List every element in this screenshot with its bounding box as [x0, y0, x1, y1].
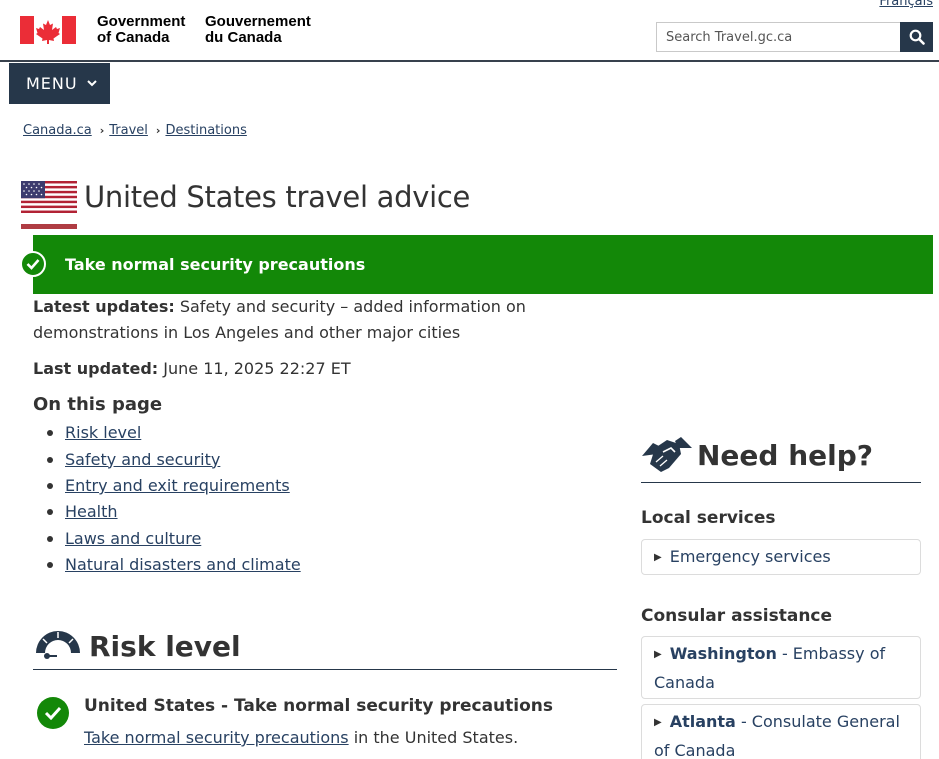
- list-item: Entry and exit requirements: [47, 473, 301, 499]
- chevron-right-icon: ›: [99, 124, 105, 137]
- alert-text: Take normal security precautions: [65, 255, 366, 274]
- menu-button[interactable]: MENU: [9, 63, 110, 104]
- canada-flag-icon[interactable]: [20, 16, 76, 44]
- risk-level-title: Risk level: [89, 630, 241, 663]
- breadcrumb-destinations[interactable]: Destinations: [165, 123, 246, 138]
- consular-assistance-heading: Consular assistance: [641, 606, 833, 626]
- emergency-services-label: Emergency services: [669, 547, 831, 566]
- last-updated: Last updated: June 11, 2025 22:27 ET: [33, 356, 623, 382]
- toc-link-health[interactable]: Health: [65, 499, 118, 525]
- page-title: United States travel advice: [84, 180, 471, 214]
- chevron-down-icon: [86, 77, 97, 90]
- latest-updates-label: Latest updates:: [33, 297, 175, 316]
- washington-office-toggle[interactable]: ▶ Washington - Embassy of Canada: [641, 636, 921, 699]
- risk-level-suffix: in the United States.: [348, 728, 519, 747]
- need-help-heading: Need help?: [641, 428, 921, 483]
- menu-label: MENU: [26, 74, 78, 93]
- list-item: Risk level: [47, 420, 301, 446]
- check-circle-icon: [20, 251, 46, 277]
- chevron-right-icon: ›: [155, 124, 161, 137]
- risk-level-description: Take normal security precautions in the …: [84, 728, 518, 747]
- atlanta-city: Atlanta: [669, 712, 736, 731]
- us-flag-icon: [21, 181, 77, 213]
- list-item: Safety and security: [47, 446, 301, 472]
- local-services-heading: Local services: [641, 508, 776, 528]
- toc-link-disasters[interactable]: Natural disasters and climate: [65, 552, 301, 578]
- handshake-icon: [642, 437, 692, 472]
- search-icon: [909, 29, 925, 45]
- risk-alert-banner: Take normal security precautions: [33, 235, 933, 294]
- triangle-right-icon: ▶: [654, 552, 662, 563]
- list-item: Laws and culture: [47, 526, 301, 552]
- last-updated-value: June 11, 2025 22:27 ET: [163, 359, 351, 378]
- list-item: Natural disasters and climate: [47, 552, 301, 578]
- toc-list: Risk level Safety and security Entry and…: [47, 420, 301, 578]
- need-help-title: Need help?: [697, 438, 874, 472]
- wordmark-english: Government of Canada: [97, 13, 186, 46]
- search-input[interactable]: [656, 22, 901, 52]
- check-circle-icon: [37, 697, 69, 729]
- toc-link-safety[interactable]: Safety and security: [65, 447, 220, 473]
- title-underline: [21, 224, 77, 229]
- toc-link-risk-level[interactable]: Risk level: [65, 420, 141, 446]
- search-button[interactable]: [900, 22, 933, 52]
- toc-link-entry-exit[interactable]: Entry and exit requirements: [65, 473, 290, 499]
- emergency-services-toggle[interactable]: ▶ Emergency services: [641, 539, 921, 575]
- last-updated-label: Last updated:: [33, 359, 159, 378]
- breadcrumb-canada[interactable]: Canada.ca: [23, 123, 92, 138]
- risk-level-heading: Risk level: [33, 624, 617, 670]
- atlanta-office-toggle[interactable]: ▶ Atlanta - Consulate General of Canada: [641, 704, 921, 759]
- list-item: Health: [47, 499, 301, 525]
- wordmark-french: Gouvernement du Canada: [205, 13, 311, 46]
- gc-header: Government of Canada Gouvernement du Canad…: [0, 0, 939, 62]
- risk-level-subheading: United States - Take normal security pre…: [84, 696, 554, 716]
- latest-updates: Latest updates: Safety and security – ad…: [33, 294, 623, 346]
- risk-level-link[interactable]: Take normal security precautions: [84, 728, 349, 747]
- toc-link-laws[interactable]: Laws and culture: [65, 526, 201, 552]
- triangle-right-icon: ▶: [654, 649, 662, 660]
- breadcrumb-travel[interactable]: Travel: [109, 123, 148, 138]
- washington-city: Washington: [669, 644, 777, 663]
- page-heading: United States travel advice: [21, 180, 470, 214]
- gauge-icon: [36, 630, 80, 659]
- on-this-page-heading: On this page: [33, 394, 163, 415]
- triangle-right-icon: ▶: [654, 717, 662, 728]
- breadcrumb: Canada.ca › Travel › Destinations: [23, 123, 247, 138]
